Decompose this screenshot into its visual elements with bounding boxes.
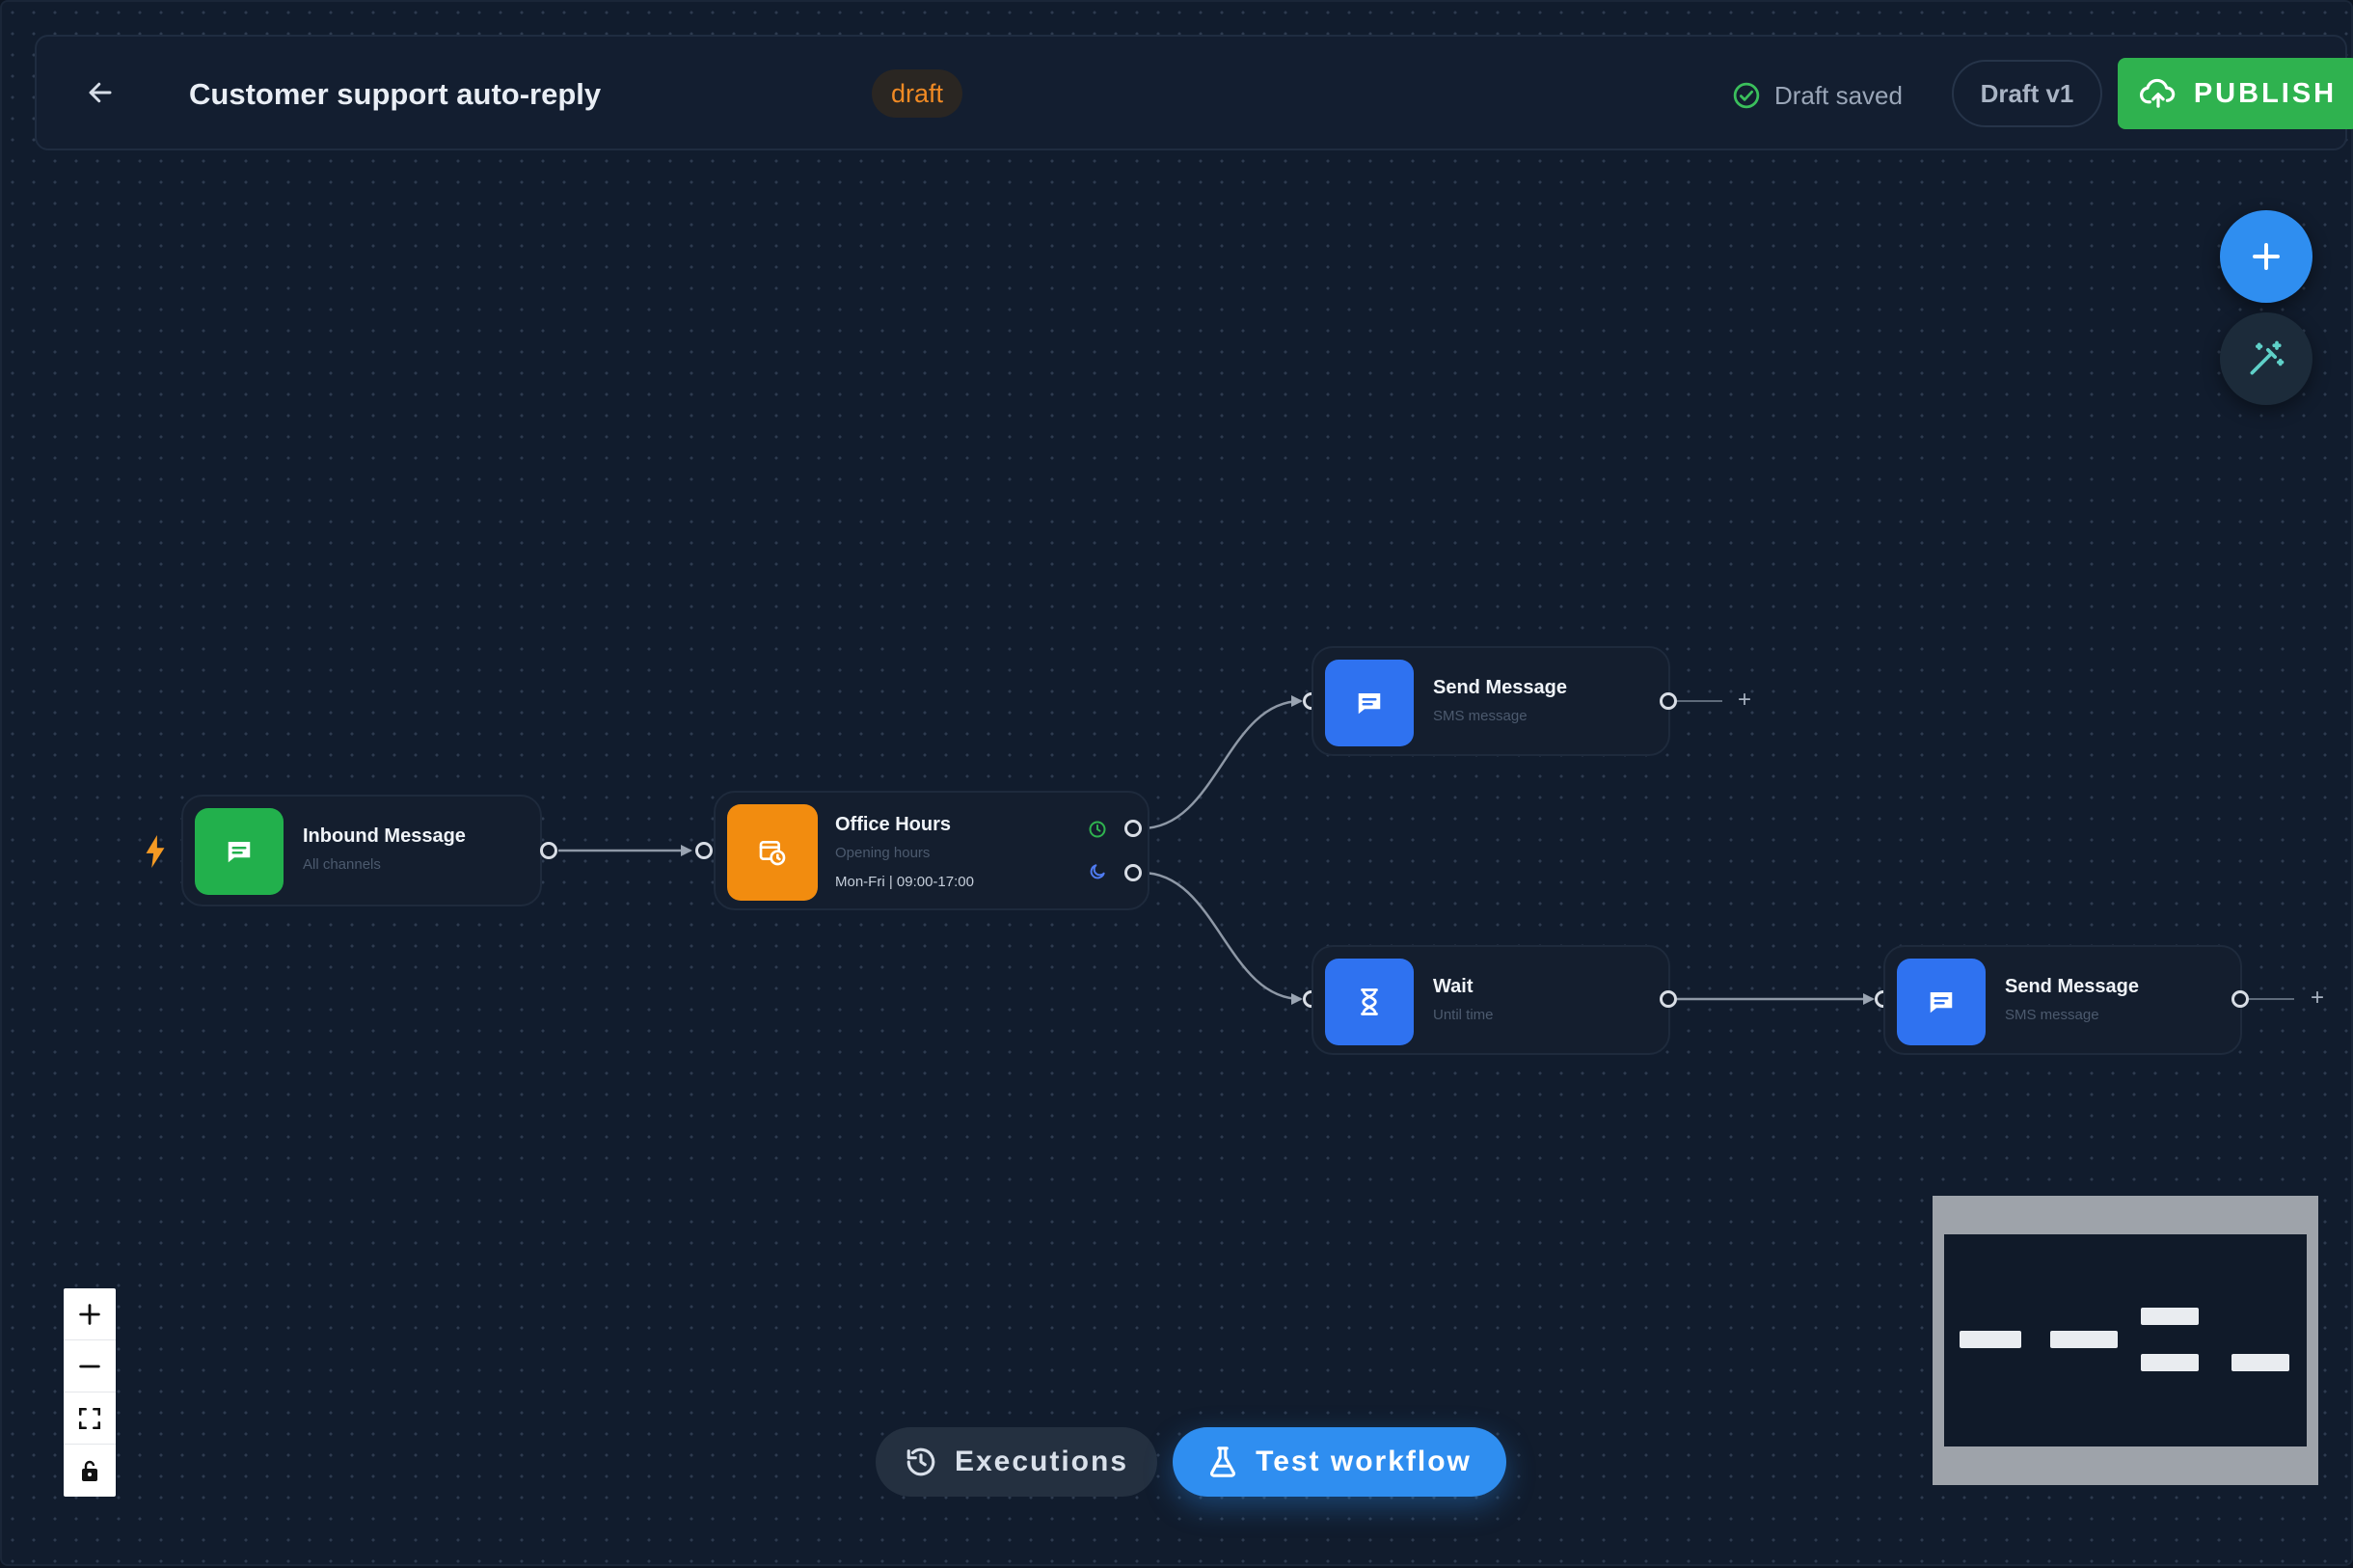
ai-assist-button[interactable] xyxy=(2220,312,2312,405)
clock-icon xyxy=(1089,821,1106,838)
lock-button[interactable] xyxy=(64,1445,116,1497)
port-out-wait[interactable] xyxy=(1660,990,1677,1008)
port-in-office[interactable] xyxy=(695,842,713,859)
executions-label: Executions xyxy=(954,1446,1129,1477)
minimap-node xyxy=(2141,1354,2199,1371)
moon-icon xyxy=(1090,864,1105,879)
port-out-office-closed[interactable] xyxy=(1124,864,1142,881)
minimap[interactable] xyxy=(1933,1196,2318,1485)
node-subtitle: SMS message xyxy=(1433,708,1528,724)
calendar-clock-icon xyxy=(759,841,786,866)
message-icon xyxy=(228,842,251,863)
minimap-node xyxy=(2141,1308,2199,1325)
minimap-viewport xyxy=(1944,1234,2307,1446)
node-subtitle: Opening hours xyxy=(835,845,931,861)
hourglass-icon xyxy=(1361,988,1378,1015)
publish-button[interactable]: PUBLISH xyxy=(2118,58,2353,129)
arrow-left-icon xyxy=(89,82,112,103)
node-send-message-1[interactable]: Send Message SMS message xyxy=(1312,646,1670,756)
minimap-node xyxy=(1960,1331,2021,1348)
message-icon xyxy=(1358,693,1381,715)
fit-view-button[interactable] xyxy=(64,1392,116,1445)
test-workflow-label: Test workflow xyxy=(1256,1446,1472,1477)
save-status-label: Draft saved xyxy=(1774,80,1903,110)
zoom-in-button[interactable] xyxy=(64,1288,116,1340)
edge-office-send[interactable] xyxy=(1141,695,1303,830)
minimap-node xyxy=(2050,1331,2118,1348)
add-after-send-1[interactable]: + xyxy=(1738,689,1751,712)
node-subtitle: Until time xyxy=(1433,1007,1494,1023)
node-detail: Mon-Fri | 09:00-17:00 xyxy=(835,874,974,890)
check-circle-icon xyxy=(1733,82,1760,109)
node-title: Send Message xyxy=(1433,677,1567,698)
message-icon xyxy=(1930,992,1953,1014)
workflow-editor: Customer support auto-reply draft Draft … xyxy=(0,0,2353,1566)
node-title: Inbound Message xyxy=(303,825,466,847)
plus-icon xyxy=(2253,243,2280,270)
executions-button[interactable]: Executions xyxy=(876,1427,1157,1497)
node-inbound-message[interactable]: Inbound Message All channels xyxy=(181,795,542,906)
node-icon xyxy=(195,808,284,895)
minimap-node xyxy=(2231,1354,2289,1371)
back-button[interactable] xyxy=(81,73,120,112)
edge-office-wait[interactable] xyxy=(1141,871,1303,1005)
publish-label: PUBLISH xyxy=(2193,77,2338,109)
port-out-inbound[interactable] xyxy=(540,842,557,859)
status-badge: draft xyxy=(872,69,963,118)
node-title: Office Hours xyxy=(835,814,952,835)
magic-wand-icon xyxy=(2250,340,2285,375)
node-office-hours[interactable]: Office Hours Opening hours Mon-Fri | 09:… xyxy=(714,791,1149,910)
history-icon xyxy=(906,1447,935,1476)
add-node-button[interactable] xyxy=(2220,210,2312,303)
node-title: Wait xyxy=(1433,976,1474,997)
node-icon xyxy=(727,804,818,901)
node-wait[interactable]: Wait Until time xyxy=(1312,945,1670,1055)
node-send-message-2[interactable]: Send Message SMS message xyxy=(1883,945,2242,1055)
node-icon xyxy=(1325,660,1414,746)
save-status: Draft saved xyxy=(1732,79,1903,112)
port-out-send-1[interactable] xyxy=(1660,692,1677,710)
node-title: Send Message xyxy=(2005,976,2139,997)
add-after-send-2[interactable]: + xyxy=(2311,987,2324,1010)
workflow-title[interactable]: Customer support auto-reply xyxy=(189,77,601,112)
node-icon xyxy=(1897,959,1986,1045)
node-subtitle: SMS message xyxy=(2005,1007,2099,1023)
cloud-upload-icon xyxy=(2139,78,2176,108)
flask-icon xyxy=(1210,1446,1236,1477)
zoom-controls xyxy=(64,1288,116,1497)
zoom-out-button[interactable] xyxy=(64,1340,116,1392)
port-out-send-2[interactable] xyxy=(2231,990,2249,1008)
editor-header: Customer support auto-reply draft Draft … xyxy=(35,35,2353,150)
zoom-out-icon xyxy=(79,1365,100,1367)
fit-view-icon xyxy=(78,1407,101,1429)
lock-icon xyxy=(82,1460,97,1481)
port-out-office-open[interactable] xyxy=(1124,820,1142,837)
bolt-icon xyxy=(146,835,165,868)
node-subtitle: All channels xyxy=(303,856,381,873)
test-workflow-button[interactable]: Test workflow xyxy=(1173,1427,1506,1497)
node-icon xyxy=(1325,959,1414,1045)
version-button[interactable]: Draft v1 xyxy=(1952,60,2102,127)
zoom-in-icon xyxy=(79,1303,100,1325)
